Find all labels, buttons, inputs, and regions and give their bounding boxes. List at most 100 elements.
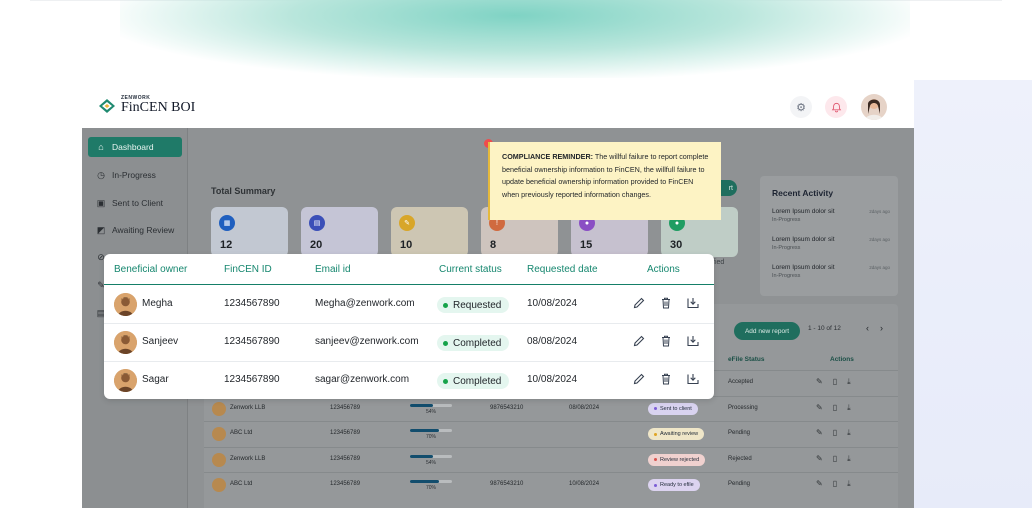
efile-status: Processing xyxy=(728,404,758,411)
edit-icon[interactable]: ✎ xyxy=(816,377,823,387)
trash-icon[interactable]: ▯ xyxy=(833,428,837,438)
summary-card[interactable]: ▦ 12 xyxy=(211,207,288,257)
activity-status: In-Progress xyxy=(772,273,801,279)
owner-avatar xyxy=(114,293,137,316)
company-name: Zenwork LLB xyxy=(230,404,266,411)
status-dot xyxy=(443,378,448,384)
recent-activity-item[interactable]: Lorem Ipsum dolor sit In-Progress 2days … xyxy=(772,264,890,279)
id-card-icon: ▣ xyxy=(96,197,106,208)
row-actions: ✎ ▯ ⤓ xyxy=(816,428,851,438)
status-badge: Ready to efile xyxy=(648,479,700,491)
sidebar-item-in-progress[interactable]: ◷ In-Progress xyxy=(88,165,182,185)
table-row[interactable]: ABC Ltd 123456789 70% Awaiting review Pendin… xyxy=(204,421,898,446)
progress-percent: 54% xyxy=(426,408,437,415)
trash-icon[interactable] xyxy=(659,371,673,387)
beneficial-owners-table: Beneficial owner FinCEN ID Email id Curr… xyxy=(104,254,714,399)
download-icon[interactable]: ⤓ xyxy=(847,403,851,413)
efile-status: Pending xyxy=(728,481,751,487)
activity-time: 2days ago xyxy=(869,209,890,214)
download-icon[interactable]: ⤓ xyxy=(847,377,851,387)
company-name: ABC Ltd xyxy=(230,481,253,487)
progress-fill xyxy=(410,403,433,407)
download-icon[interactable]: ⤓ xyxy=(847,454,851,464)
efile-status: Rejected xyxy=(728,455,752,462)
table-row[interactable]: ABC Ltd 123456789 70% 9876543210 10/08/2024 R… xyxy=(204,472,898,497)
sidebar-item-dashboard[interactable]: ⌂ Dashboard xyxy=(88,137,182,157)
status-badge: Sent to client xyxy=(648,402,698,415)
download-icon[interactable] xyxy=(686,333,700,349)
trash-icon[interactable]: ▯ xyxy=(833,403,837,413)
recent-activity-item[interactable]: Lorem Ipsum dolor sit In-Progress 2days … xyxy=(772,208,890,223)
recent-activity-item[interactable]: Lorem Ipsum dolor sit In-Progress 2days … xyxy=(772,236,890,251)
trash-icon[interactable]: ▯ xyxy=(833,454,837,464)
trash-icon[interactable]: ▯ xyxy=(833,479,837,489)
recent-activity-title: Recent Activity xyxy=(772,188,834,198)
edit-icon[interactable]: ✎ xyxy=(816,454,823,464)
edit-icon[interactable]: ✎ xyxy=(816,428,823,438)
status-badge: Requested xyxy=(437,297,510,313)
owner-name: Sanjeev xyxy=(142,336,179,347)
progress-bar xyxy=(410,403,452,407)
row-actions: ✎ ▯ ⤓ xyxy=(816,454,851,464)
download-icon[interactable]: ⤓ xyxy=(847,428,851,438)
chevron-left-icon[interactable]: ‹ xyxy=(866,323,869,333)
fincen-id: 1234567890 xyxy=(224,298,280,309)
company-name: ABC Ltd xyxy=(230,430,253,436)
status-label: Awaiting review xyxy=(660,431,699,437)
brand-logo[interactable]: ZENWORK FinCEN BOI xyxy=(98,96,195,115)
edit-icon[interactable] xyxy=(632,371,646,387)
status-badge: Awaiting review xyxy=(648,428,705,440)
actions-column-header: Actions xyxy=(647,264,680,275)
sidebar-item-sent-to-client[interactable]: ▣ Sent to Client xyxy=(88,193,182,213)
sidebar-item-label: Sent to Client xyxy=(112,198,164,208)
owner-name: Megha xyxy=(142,298,173,309)
status-dot xyxy=(654,483,657,487)
edit-icon[interactable]: ✎ xyxy=(816,403,823,413)
zenwork-logo-icon xyxy=(98,97,116,115)
edit-icon[interactable]: ✎ xyxy=(816,479,823,489)
company-id: 123456789 xyxy=(330,455,361,462)
report-date: 08/08/2024 xyxy=(569,404,600,411)
download-icon[interactable] xyxy=(686,371,700,387)
chevron-right-icon[interactable]: › xyxy=(880,323,883,333)
summary-card[interactable]: ✎ 10 xyxy=(391,207,468,257)
requested-date: 10/08/2024 xyxy=(527,374,578,385)
notifications-button[interactable] xyxy=(825,96,847,118)
table-row[interactable]: Zenwork LLB 123456789 54% 9876543210 08/08/2… xyxy=(204,395,898,421)
add-new-report-button[interactable]: Add new report xyxy=(734,322,800,340)
table-row[interactable]: Sanjeev 1234567890 sanjeev@zenwork.com Comp… xyxy=(104,323,714,361)
user-avatar[interactable] xyxy=(861,94,887,120)
sidebar-item-awaiting-review[interactable]: ◩ Awaiting Review xyxy=(88,220,182,240)
company-avatar xyxy=(212,401,226,416)
edit-icon[interactable] xyxy=(632,333,646,349)
table-row[interactable]: Sagar 1234567890 sagar@zenwork.com Complete… xyxy=(104,361,714,399)
summary-card[interactable]: ▤ 20 xyxy=(301,207,378,257)
efile-status: Pending xyxy=(728,430,751,436)
row-divider xyxy=(104,361,714,362)
date-column-header: Requested date xyxy=(527,264,598,275)
status-badge: Completed xyxy=(437,373,510,389)
trash-icon[interactable]: ▯ xyxy=(833,377,837,387)
table-row[interactable]: Zenwork LLB 123456789 54% Review rejected Re… xyxy=(204,446,898,472)
trash-icon[interactable] xyxy=(659,333,673,349)
summary-card-value: 15 xyxy=(580,239,593,251)
sidebar-item-label: Dashboard xyxy=(112,142,154,152)
download-icon[interactable]: ⤓ xyxy=(847,479,851,489)
row-actions: ✎ ▯ ⤓ xyxy=(816,377,851,387)
download-icon[interactable] xyxy=(686,295,700,311)
fincen-id: 1234567890 xyxy=(224,374,280,385)
table-row[interactable]: Megha 1234567890 Megha@zenwork.com Requeste… xyxy=(104,285,714,323)
status-badge: Review rejected xyxy=(648,453,706,466)
settings-button[interactable]: ⚙ xyxy=(790,96,812,118)
row-divider xyxy=(104,323,714,324)
trash-icon[interactable] xyxy=(659,295,673,311)
edit-icon[interactable] xyxy=(632,295,646,311)
efile-status: Accepted xyxy=(728,379,754,385)
status-dot xyxy=(654,432,657,436)
file-icon: ▤ xyxy=(309,215,325,231)
summary-card-value: 20 xyxy=(310,239,323,251)
activity-time: 2days ago xyxy=(869,237,890,242)
row-actions xyxy=(632,333,700,349)
row-actions: ✎ ▯ ⤓ xyxy=(816,403,851,413)
owner-avatar xyxy=(114,369,137,392)
